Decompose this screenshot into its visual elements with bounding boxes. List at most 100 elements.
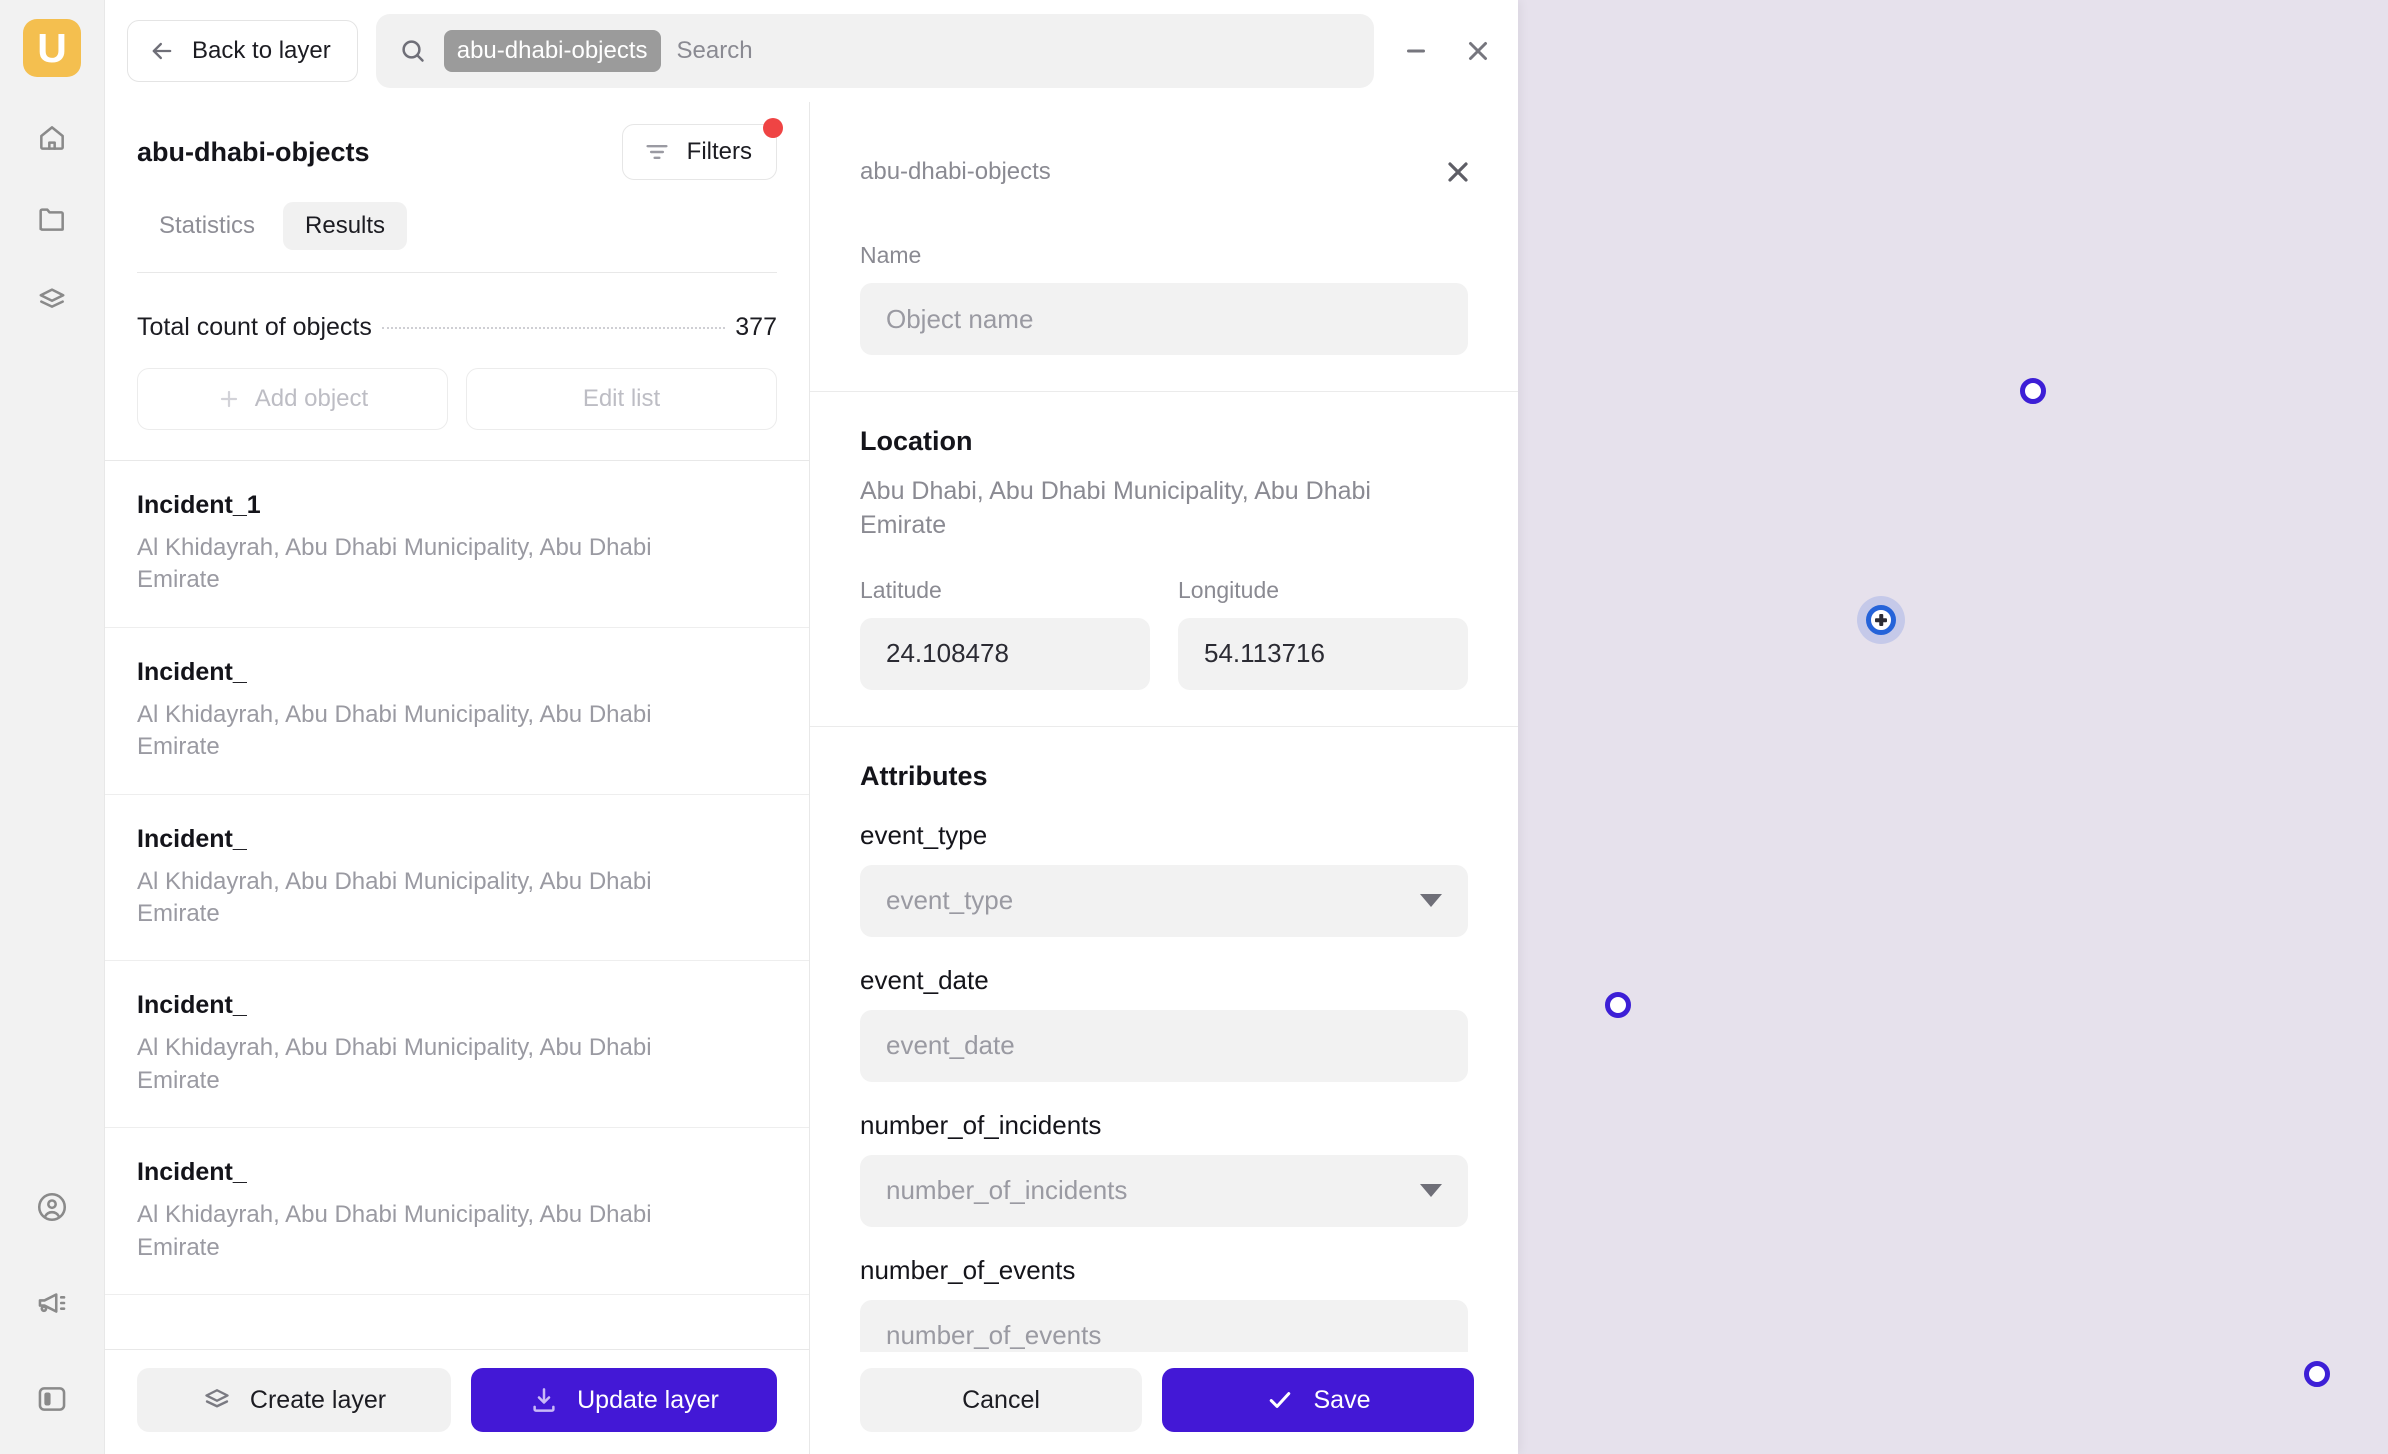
list-item-address: Al Khidayrah, Abu Dhabi Municipality, Ab…: [137, 534, 652, 594]
number-of-incidents-value: number_of_incidents: [886, 1175, 1128, 1205]
list-item[interactable]: Incident_ Al Khidayrah, Abu Dhabi Munici…: [105, 628, 809, 795]
list-item[interactable]: Incident_ Al Khidayrah, Abu Dhabi Munici…: [105, 1128, 809, 1295]
results-title-row: abu-dhabi-objects Filters: [137, 118, 783, 180]
list-item[interactable]: Incident_ Al Khidayrah, Abu Dhabi Munici…: [105, 961, 809, 1129]
name-label: Name: [860, 242, 922, 268]
app-logo[interactable]: U: [23, 19, 81, 77]
attribute-label: event_type: [860, 819, 988, 850]
minimize-icon[interactable]: [1400, 35, 1432, 67]
add-object-label: Add object: [254, 385, 369, 412]
location-section: Location Abu Dhabi, Abu Dhabi Municipali…: [810, 392, 1518, 690]
list-item-address: Al Khidayrah, Abu Dhabi Municipality, Ab…: [137, 1201, 652, 1261]
check-icon: [1266, 1386, 1294, 1414]
home-icon[interactable]: [35, 121, 69, 155]
event-date-input[interactable]: event_date: [860, 1009, 1468, 1082]
create-layer-button[interactable]: Create layer: [137, 1368, 451, 1432]
arrow-left-icon: [148, 37, 176, 65]
cancel-button[interactable]: Cancel: [860, 1368, 1142, 1432]
content-split: abu-dhabi-objects Filters Statistics Res…: [105, 102, 1518, 1454]
account-circle-icon[interactable]: [35, 1190, 69, 1224]
name-input[interactable]: Object name: [860, 283, 1468, 355]
attribute-label: number_of_incidents: [860, 1109, 1102, 1140]
search-scope-chip[interactable]: abu-dhabi-objects: [443, 30, 661, 72]
upload-download-icon: [529, 1385, 559, 1415]
search-bar[interactable]: abu-dhabi-objects: [375, 14, 1374, 88]
name-field-group: Name Object name: [810, 242, 1518, 355]
results-panel-header: abu-dhabi-objects Filters Statistics Res…: [105, 102, 809, 273]
number-of-incidents-select[interactable]: number_of_incidents: [860, 1154, 1468, 1227]
filters-label: Filters: [686, 138, 752, 165]
update-layer-button[interactable]: Update layer: [471, 1368, 777, 1432]
close-icon[interactable]: [1442, 156, 1474, 188]
top-bar: Back to layer abu-dhabi-objects: [105, 0, 1518, 102]
detail-form-scroll[interactable]: Name Object name Location Abu Dhabi, Abu…: [810, 242, 1518, 1352]
latitude-input[interactable]: 24.108478: [860, 617, 1150, 690]
total-count-value: 377: [735, 313, 777, 341]
results-tabs: Statistics Results: [137, 202, 777, 250]
list-item-name: Incident_: [137, 657, 247, 686]
tab-results[interactable]: Results: [283, 202, 408, 250]
save-button[interactable]: Save: [1162, 1368, 1474, 1432]
results-panel-footer: Create layer Update layer: [105, 1349, 809, 1454]
layers-icon: [202, 1385, 232, 1415]
search-input[interactable]: [676, 37, 1352, 65]
plus-icon: [217, 387, 241, 411]
list-item-name: Incident_: [137, 991, 247, 1020]
add-object-button[interactable]: Add object: [137, 368, 448, 430]
longitude-label: Longitude: [1178, 576, 1280, 603]
layers-icon[interactable]: [35, 283, 69, 317]
filters-badge-dot: [763, 118, 783, 138]
list-item-name: Incident_: [137, 824, 247, 853]
page-title: abu-dhabi-objects: [137, 136, 370, 167]
map-marker[interactable]: [1605, 992, 1631, 1018]
leader-dots: [381, 327, 726, 329]
close-icon[interactable]: [1462, 35, 1494, 67]
map-marker-selected[interactable]: [1866, 605, 1896, 635]
rail-primary-icons: [35, 121, 69, 317]
attribute-number-of-incidents: number_of_incidents number_of_incidents: [860, 1110, 1468, 1227]
results-panel: abu-dhabi-objects Filters Statistics Res…: [105, 102, 810, 1454]
latitude-label: Latitude: [860, 576, 942, 603]
attributes-section-title: Attributes: [860, 760, 988, 791]
total-count-row: Total count of objects 377: [105, 273, 809, 342]
edit-list-button[interactable]: Edit list: [466, 368, 777, 430]
back-to-layer-button[interactable]: Back to layer: [127, 20, 358, 82]
update-layer-label: Update layer: [577, 1385, 719, 1414]
longitude-input[interactable]: 54.113716: [1178, 617, 1468, 690]
number-of-events-input[interactable]: number_of_events: [860, 1299, 1468, 1352]
list-item[interactable]: Incident_ Al Khidayrah, Abu Dhabi Munici…: [105, 795, 809, 962]
list-actions: Add object Edit list: [105, 342, 809, 460]
list-item-name: Incident_: [137, 1158, 247, 1187]
panel-toggle-icon[interactable]: [35, 1382, 69, 1416]
folder-icon[interactable]: [35, 202, 69, 236]
filters-button[interactable]: Filters: [621, 118, 783, 180]
list-item[interactable]: Incident_1 Al Khidayrah, Abu Dhabi Munic…: [105, 461, 809, 628]
app-window: U Back to layer abu-dhabi-objects Search…: [0, 0, 1518, 1454]
attributes-section: Attributes event_type event_type event_d…: [810, 727, 1518, 1352]
chevron-down-icon: [1420, 894, 1442, 907]
object-list[interactable]: Incident_1 Al Khidayrah, Abu Dhabi Munic…: [105, 460, 809, 1349]
rail-secondary-icons: [35, 1190, 69, 1416]
location-section-title: Location: [860, 426, 973, 456]
search-icon: [398, 36, 428, 66]
edit-list-label: Edit list: [582, 385, 661, 412]
left-nav-rail: U: [0, 0, 105, 1454]
attribute-label: event_date: [860, 964, 989, 995]
create-layer-label: Create layer: [249, 1385, 387, 1414]
latitude-group: Latitude 24.108478: [860, 577, 1150, 690]
save-label: Save: [1313, 1385, 1371, 1414]
list-item-address: Al Khidayrah, Abu Dhabi Municipality, Ab…: [137, 1034, 652, 1094]
attribute-label: number_of_events: [860, 1254, 1076, 1285]
chevron-down-icon: [1420, 1184, 1442, 1197]
tab-statistics[interactable]: Statistics: [137, 202, 277, 250]
list-item-address: Al Khidayrah, Abu Dhabi Municipality, Ab…: [137, 700, 652, 761]
detail-panel-title: abu-dhabi-objects: [860, 158, 1051, 185]
map-marker[interactable]: [2304, 1361, 2330, 1387]
map-marker[interactable]: [2020, 378, 2046, 404]
window-body: Back to layer abu-dhabi-objects Search a…: [105, 0, 1518, 1454]
event-type-select[interactable]: event_type: [860, 864, 1468, 937]
total-count-label: Total count of objects: [137, 313, 372, 341]
lat-lon-row: Latitude 24.108478 Longitude 54.113716: [860, 577, 1468, 690]
list-item-address: Al Khidayrah, Abu Dhabi Municipality, Ab…: [137, 867, 652, 927]
megaphone-icon[interactable]: [35, 1286, 69, 1320]
